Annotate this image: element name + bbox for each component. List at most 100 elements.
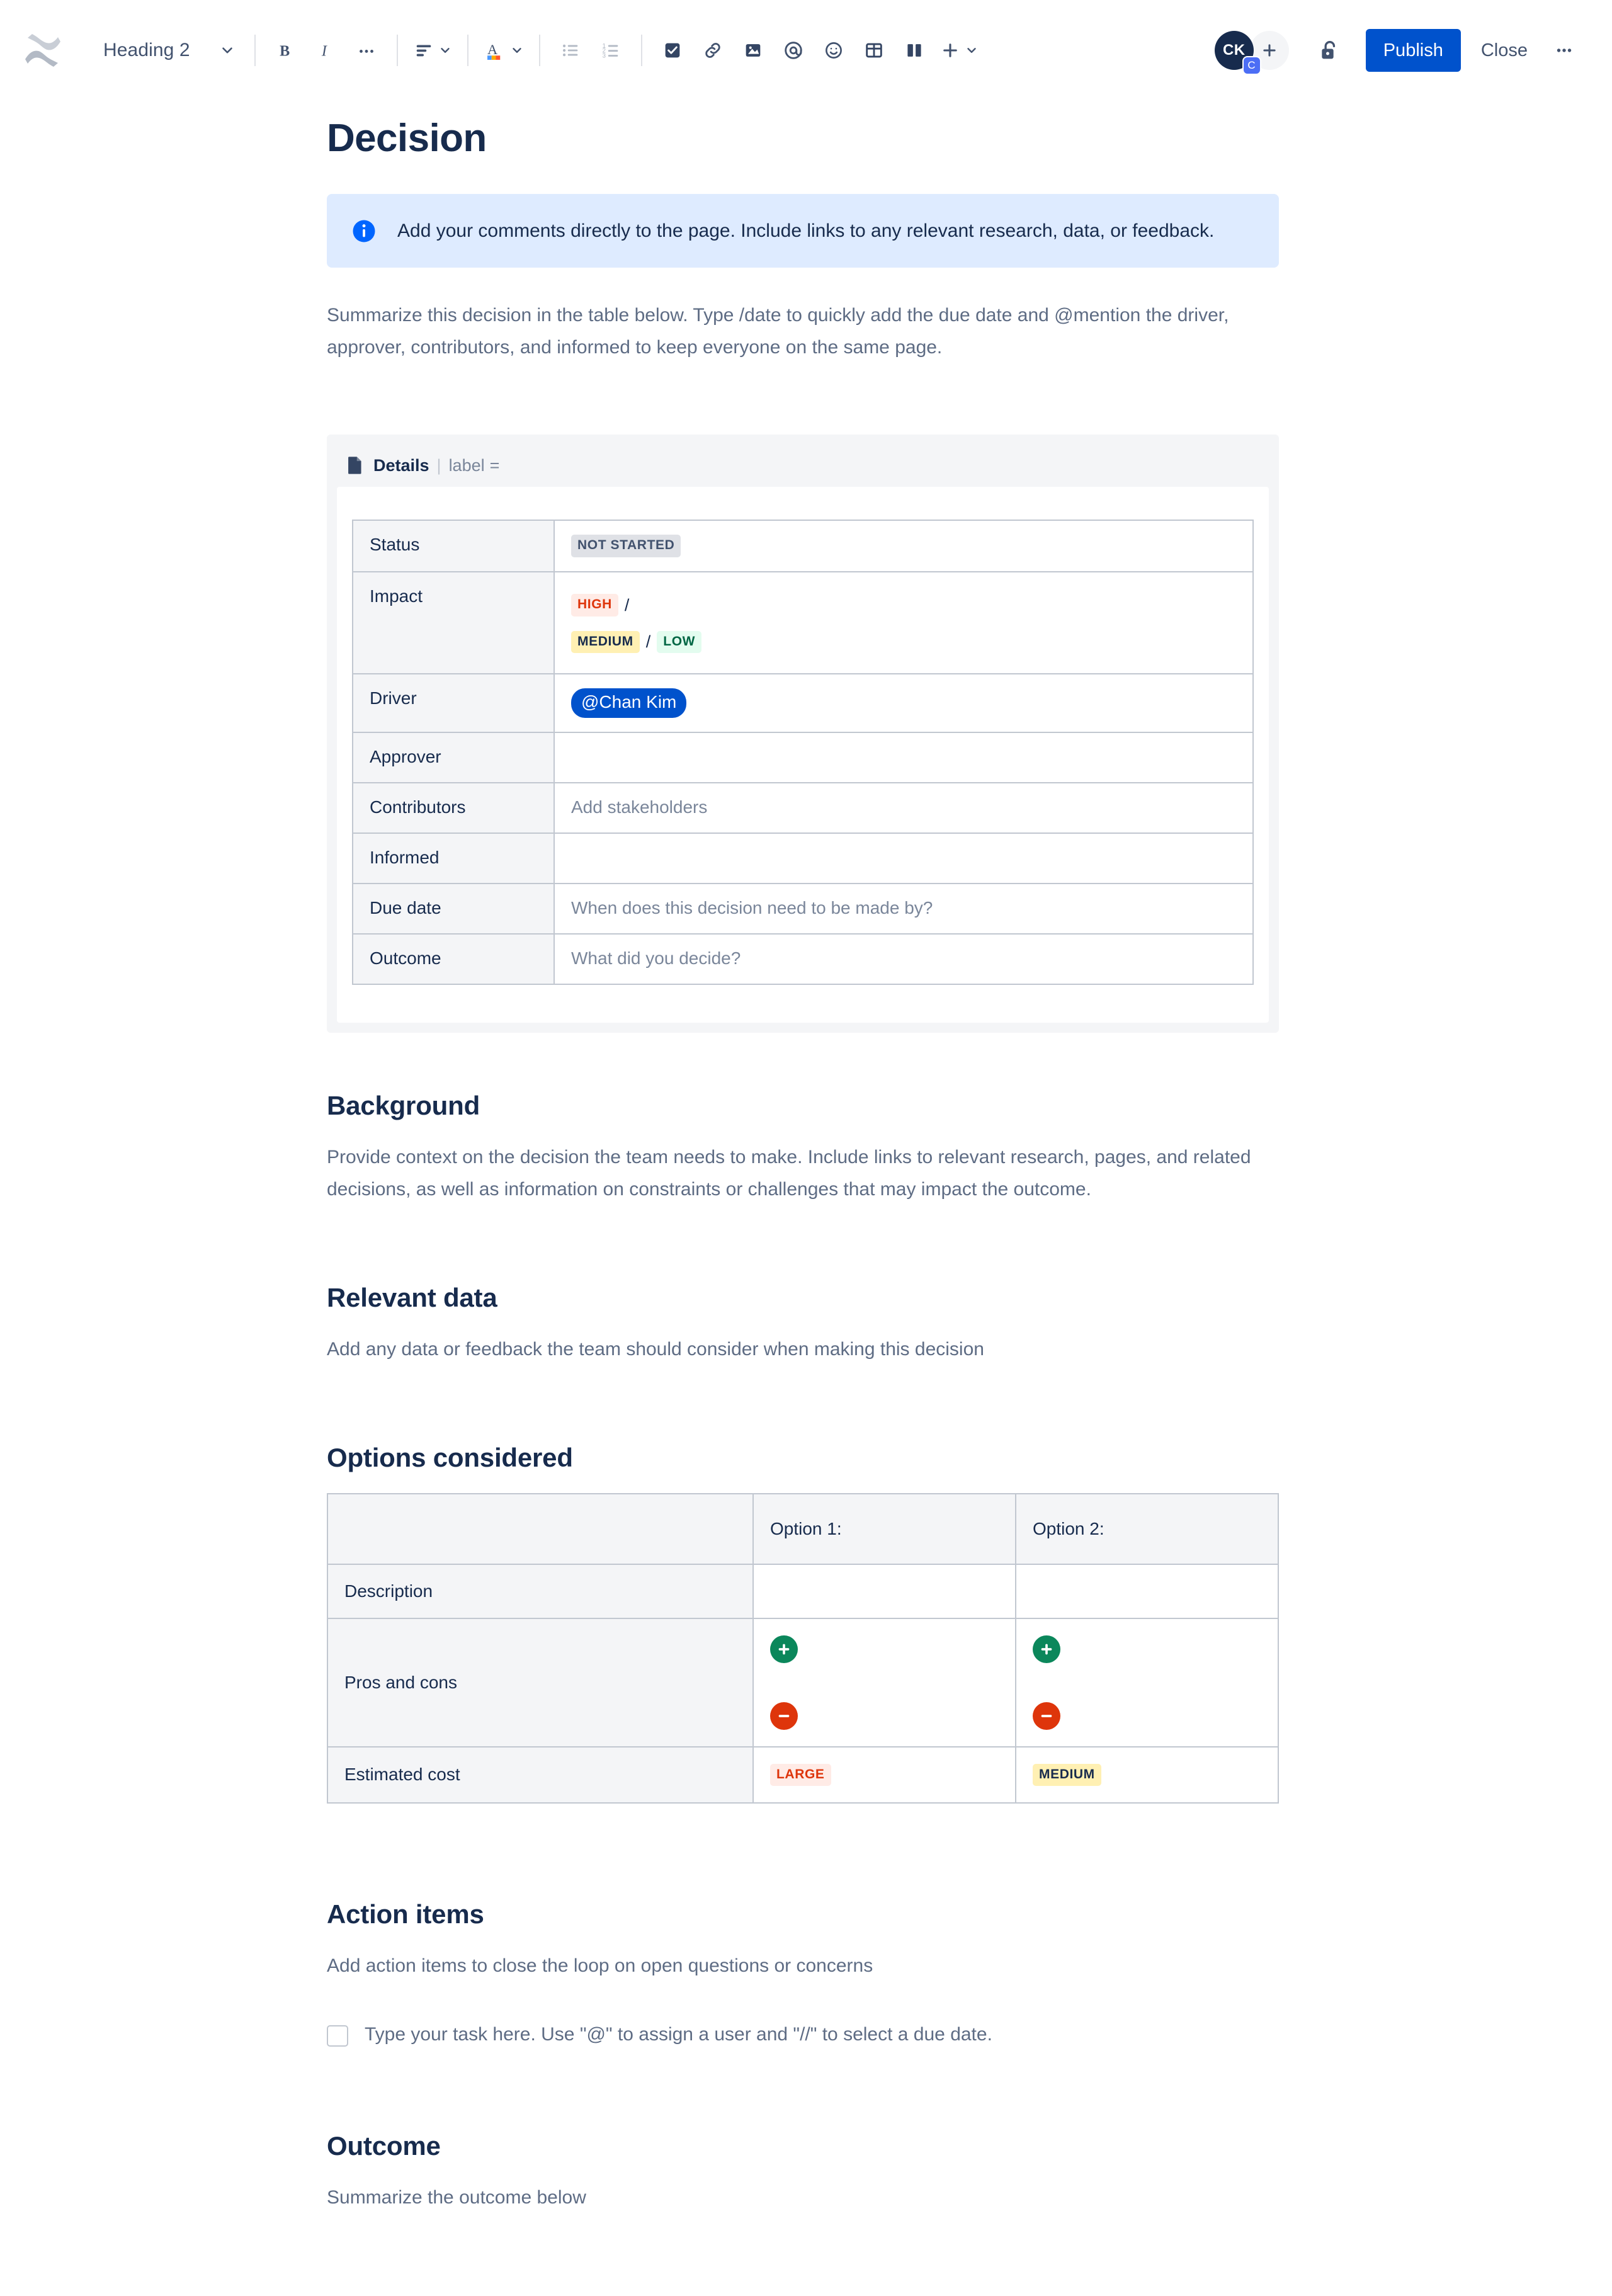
link-button[interactable] (693, 30, 733, 71)
details-row-value[interactable]: @Chan Kim (553, 673, 1254, 733)
emoji-button[interactable] (814, 30, 854, 71)
options-table: Option 1: Option 2: Description Pros and… (327, 1492, 1279, 1804)
section-heading-action-items[interactable]: Action items (327, 1899, 1279, 1929)
outcome-body[interactable]: Summarize the outcome below (327, 2181, 1279, 2214)
details-row-value[interactable] (553, 731, 1254, 783)
task-checkbox[interactable] (327, 2025, 348, 2047)
more-actions-button[interactable] (1544, 29, 1584, 72)
page-title[interactable]: Decision (327, 117, 1279, 160)
image-button[interactable] (733, 30, 773, 71)
svg-text:3: 3 (602, 52, 606, 59)
mention-button[interactable] (773, 30, 814, 71)
intro-paragraph[interactable]: Summarize this decision in the table bel… (327, 299, 1279, 364)
separator: / (624, 595, 630, 615)
page-details-icon (347, 456, 363, 475)
toolbar-divider (640, 35, 642, 66)
info-panel-text: Add your comments directly to the page. … (397, 220, 1215, 242)
layout-button[interactable] (894, 30, 934, 71)
details-row-label: Contributors (352, 781, 555, 834)
avatar-badge: C (1242, 56, 1261, 75)
details-row-label: Due date (352, 882, 555, 935)
section-heading-options-considered[interactable]: Options considered (327, 1443, 1279, 1473)
options-column-header-1[interactable]: Option 1: (752, 1492, 1016, 1565)
insert-more-button[interactable] (934, 30, 984, 71)
mention-chip[interactable]: @Chan Kim (571, 688, 687, 718)
section-heading-outcome[interactable]: Outcome (327, 2131, 1279, 2161)
plus-circle-icon (770, 1635, 798, 1663)
chevron-down-icon (438, 43, 452, 57)
status-badge: NOT STARTED (571, 534, 681, 557)
minus-circle-icon (1033, 1702, 1060, 1730)
options-table-wrapper: Option 1: Option 2: Description Pros and… (327, 1492, 1279, 1804)
table-row: Description (327, 1563, 1279, 1619)
close-button[interactable]: Close (1467, 29, 1541, 72)
options-cell-pros-cons-1[interactable] (752, 1617, 1016, 1748)
relevant-data-body[interactable]: Add any data or feedback the team should… (327, 1333, 1279, 1366)
details-macro-header: Details | label = (337, 445, 1269, 487)
details-row-value[interactable]: NOT STARTED (553, 519, 1254, 572)
options-cell-description-2[interactable] (1015, 1563, 1279, 1619)
avatar[interactable]: CK C (1214, 31, 1261, 75)
chevron-down-icon (510, 43, 524, 57)
table-row: Contributors Add stakeholders (352, 781, 1254, 834)
background-body[interactable]: Provide context on the decision the team… (327, 1141, 1279, 1206)
numbered-list-button[interactable]: 123 (591, 30, 631, 71)
table-row: Status NOT STARTED (352, 519, 1254, 572)
details-macro-param-label[interactable]: label (449, 456, 485, 475)
details-row-value[interactable] (553, 832, 1254, 884)
section-heading-relevant-data[interactable]: Relevant data (327, 1283, 1279, 1313)
details-macro-param-equals: = (489, 455, 500, 475)
table-row: Driver @Chan Kim (352, 673, 1254, 733)
text-color-button[interactable]: A (479, 30, 529, 71)
text-style-label: Heading 2 (103, 40, 190, 60)
chevron-down-icon (219, 42, 236, 59)
table-row: Estimated cost LARGE MEDIUM (327, 1746, 1279, 1804)
text-align-button[interactable] (408, 30, 457, 71)
details-row-label: Status (352, 519, 555, 572)
details-row-label: Impact (352, 571, 555, 675)
details-row-label: Driver (352, 673, 555, 733)
options-cell-pros-cons-2[interactable] (1015, 1617, 1279, 1748)
options-cell-cost-2[interactable]: MEDIUM (1015, 1746, 1279, 1804)
details-row-value[interactable]: Add stakeholders (553, 781, 1254, 834)
impact-low-badge: LOW (657, 630, 702, 654)
section-heading-background[interactable]: Background (327, 1091, 1279, 1121)
options-column-header-2[interactable]: Option 2: (1015, 1492, 1279, 1565)
separator: / (645, 632, 651, 651)
impact-high-badge: HIGH (571, 594, 618, 617)
svg-text:B: B (280, 43, 290, 60)
restrictions-button[interactable] (1309, 30, 1349, 71)
publish-button[interactable]: Publish (1365, 29, 1461, 72)
confluence-logo-icon[interactable] (23, 30, 63, 71)
action-items-body[interactable]: Add action items to close the loop on op… (327, 1950, 1279, 1982)
table-button[interactable] (854, 30, 894, 71)
text-style-picker[interactable]: Heading 2 (93, 30, 244, 71)
options-corner-cell[interactable] (327, 1492, 754, 1565)
options-cell-cost-1[interactable]: LARGE (752, 1746, 1016, 1804)
bold-button[interactable]: B (266, 30, 306, 71)
info-panel: Add your comments directly to the page. … (327, 194, 1279, 268)
bullet-list-button[interactable] (550, 30, 591, 71)
details-macro-divider: | (436, 455, 441, 475)
details-row-label: Approver (352, 731, 555, 783)
details-macro[interactable]: Details | label = Status NOT STARTED Imp… (327, 434, 1279, 1033)
toolbar-divider (538, 35, 540, 66)
details-row-value[interactable]: When does this decision need to be made … (553, 882, 1254, 935)
details-row-value[interactable]: HIGH / MEDIUM / LOW (553, 571, 1254, 675)
task-item[interactable]: Type your task here. Use "@" to assign a… (327, 2021, 1279, 2048)
options-cell-description-1[interactable] (752, 1563, 1016, 1619)
details-row-value[interactable]: What did you decide? (553, 933, 1254, 985)
placeholder-text: Add stakeholders (571, 797, 708, 817)
more-formatting-button[interactable] (346, 30, 387, 71)
task-list-button[interactable] (652, 30, 693, 71)
cost-badge-option1: LARGE (770, 1763, 831, 1787)
cost-badge-option2: MEDIUM (1033, 1763, 1101, 1787)
content-column: Decision Add your comments directly to t… (327, 117, 1279, 2214)
italic-button[interactable]: I (306, 30, 346, 71)
avatar-initials: CK (1222, 42, 1246, 59)
details-table: Status NOT STARTED Impact HIGH / MEDIUM … (352, 519, 1254, 985)
table-row: Informed (352, 832, 1254, 884)
